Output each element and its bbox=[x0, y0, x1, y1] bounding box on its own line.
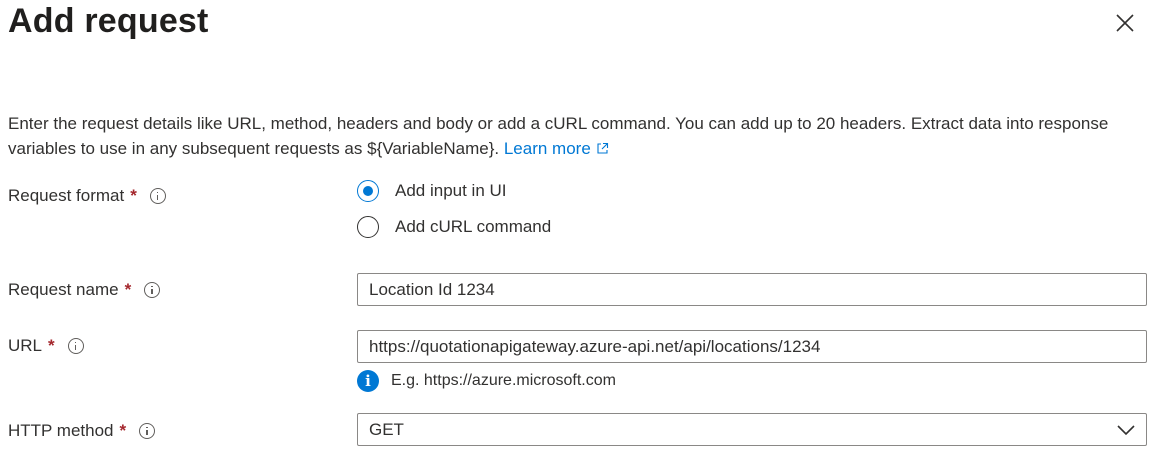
panel-title: Add request bbox=[8, 2, 209, 40]
url-text: URL bbox=[8, 336, 43, 355]
chevron-down-icon bbox=[1117, 425, 1135, 436]
external-link-icon bbox=[597, 142, 608, 154]
url-input[interactable] bbox=[357, 330, 1147, 363]
info-filled-icon: i bbox=[357, 370, 379, 392]
info-icon[interactable] bbox=[139, 423, 156, 439]
info-icon[interactable] bbox=[149, 188, 166, 204]
required-marker: * bbox=[48, 336, 55, 355]
radio-add-curl-command[interactable]: Add cURL command bbox=[357, 216, 551, 238]
close-icon[interactable] bbox=[1112, 10, 1138, 36]
request-name-label: Request name * bbox=[8, 280, 161, 300]
required-marker: * bbox=[119, 421, 127, 440]
radio-label: Add cURL command bbox=[395, 217, 552, 236]
request-name-input[interactable] bbox=[357, 273, 1147, 306]
request-name-text: Request name bbox=[8, 280, 119, 299]
info-icon[interactable] bbox=[67, 338, 84, 354]
panel-description: Enter the request details like URL, meth… bbox=[8, 111, 1128, 161]
url-label: URL * bbox=[8, 336, 84, 356]
http-method-text: HTTP method bbox=[8, 421, 114, 440]
info-icon[interactable] bbox=[144, 282, 161, 298]
http-method-value: GET bbox=[369, 419, 404, 439]
radio-label: Add input in UI bbox=[395, 181, 507, 200]
required-marker: * bbox=[130, 186, 137, 205]
learn-more-label: Learn more bbox=[503, 139, 591, 158]
required-marker: * bbox=[124, 280, 132, 299]
http-method-dropdown[interactable]: GET bbox=[357, 413, 1147, 446]
http-method-label: HTTP method * bbox=[8, 421, 156, 441]
radio-checked-icon bbox=[357, 180, 379, 202]
learn-more-link[interactable]: Learn more bbox=[504, 139, 609, 158]
request-format-label: Request format * bbox=[8, 186, 166, 206]
radio-add-input-in-ui[interactable]: Add input in UI bbox=[357, 180, 507, 202]
request-format-text: Request format bbox=[8, 186, 125, 205]
url-hint-text: E.g. https://azure.microsoft.com bbox=[391, 372, 616, 389]
url-hint: i E.g. https://azure.microsoft.com bbox=[357, 370, 616, 392]
radio-unchecked-icon bbox=[357, 216, 379, 238]
